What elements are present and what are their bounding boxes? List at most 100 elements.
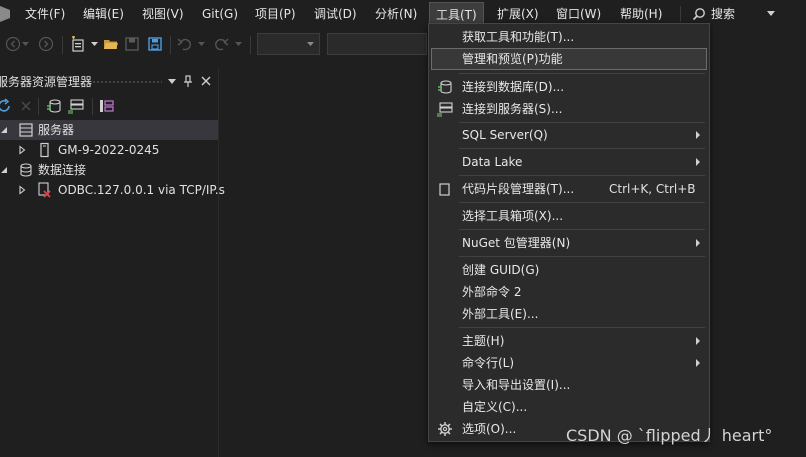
menu-item-label: Data Lake <box>462 155 523 169</box>
menu-item-data-lake[interactable]: Data Lake <box>431 151 707 173</box>
menu-item-nuget-package-manager[interactable]: NuGet 包管理器(N) <box>431 232 707 254</box>
menu-project[interactable]: 项目(P) <box>255 0 296 28</box>
server-icon <box>19 123 33 137</box>
connect-database-icon <box>438 80 452 94</box>
menu-item-external-command-2[interactable]: 外部命令 2 <box>431 281 707 303</box>
chevron-down-icon[interactable] <box>22 42 29 47</box>
menu-analyze[interactable]: 分析(N) <box>375 0 417 28</box>
toolbar-separator <box>170 36 171 54</box>
menu-item-code-snippets-manager[interactable]: 代码片段管理器(T)... Ctrl+K, Ctrl+B <box>431 178 707 200</box>
submenu-arrow-icon <box>696 158 700 166</box>
close-icon[interactable] <box>201 76 211 86</box>
menu-separator <box>459 327 705 328</box>
toolbar-separator <box>62 36 63 54</box>
db-connection-error-icon <box>38 182 51 198</box>
expanded-arrow-icon[interactable] <box>0 125 9 135</box>
tree-item-label: 数据连接 <box>38 163 87 177</box>
menu-item-sql-server[interactable]: SQL Server(Q) <box>431 124 707 146</box>
solution-configuration-select[interactable] <box>257 33 320 55</box>
refresh-icon[interactable] <box>0 98 13 114</box>
chevron-down-icon[interactable] <box>198 42 205 47</box>
tools-menu-dropdown: 获取工具和功能(T)... 管理和预览(P)功能 连接到数据库(D)... 连接… <box>428 23 710 442</box>
menu-view[interactable]: 视图(V) <box>142 0 184 28</box>
chevron-down-icon[interactable] <box>235 42 242 47</box>
gear-icon <box>438 422 452 436</box>
save-icon[interactable] <box>124 36 140 52</box>
visual-studio-logo-icon <box>0 6 10 22</box>
submenu-arrow-icon <box>696 359 700 367</box>
toolbar-separator <box>92 98 93 115</box>
submenu-arrow-icon <box>696 239 700 247</box>
back-icon[interactable] <box>5 36 21 52</box>
menu-item-label: SQL Server(Q) <box>462 128 548 142</box>
menu-item-manage-preview-features[interactable]: 管理和预览(P)功能 <box>431 48 707 70</box>
solution-platform-select[interactable] <box>327 33 427 55</box>
tree-item-label: 服务器 <box>38 123 75 137</box>
menu-file[interactable]: 文件(F) <box>25 0 65 28</box>
submenu-arrow-icon <box>696 131 700 139</box>
computer-icon <box>40 142 49 158</box>
tree-item-servers[interactable]: 服务器 <box>0 120 218 140</box>
search-icon[interactable] <box>692 7 706 21</box>
connect-database-icon[interactable] <box>46 98 62 114</box>
menu-item-choose-toolbox-items[interactable]: 选择工具箱项(X)... <box>431 205 707 227</box>
menu-item-label: 自定义(C)... <box>462 400 528 414</box>
collapsed-arrow-icon[interactable] <box>17 145 27 155</box>
tree-item-computer[interactable]: GM-9-2022-0245 <box>0 140 218 160</box>
menu-separator <box>459 202 705 203</box>
tree-item-label: GM-9-2022-0245 <box>58 143 160 157</box>
collapsed-arrow-icon[interactable] <box>17 185 27 195</box>
menu-item-label: 代码片段管理器(T)... <box>462 182 575 196</box>
panel-drag-handle[interactable] <box>92 81 162 83</box>
sharepoint-icon[interactable] <box>99 98 115 114</box>
menu-item-label: 外部命令 2 <box>462 285 522 299</box>
menu-item-shortcut: Ctrl+K, Ctrl+B <box>609 182 696 196</box>
watermark: CSDN @ ˋflipped丿 heart° <box>566 426 773 445</box>
expanded-arrow-icon[interactable] <box>0 165 9 175</box>
menu-edit[interactable]: 编辑(E) <box>83 0 124 28</box>
menu-separator <box>459 73 705 74</box>
menu-item-theme[interactable]: 主题(H) <box>431 330 707 352</box>
menu-item-get-tools-features[interactable]: 获取工具和功能(T)... <box>431 26 707 48</box>
toolbar-separator <box>250 36 251 54</box>
forward-icon[interactable] <box>38 36 54 52</box>
toolbar-separator <box>38 98 39 115</box>
connect-server-icon[interactable] <box>68 98 84 114</box>
chevron-down-icon <box>307 42 314 46</box>
open-folder-icon[interactable] <box>103 36 119 52</box>
menu-item-label: 管理和预览(P)功能 <box>462 52 563 66</box>
chevron-down-icon[interactable] <box>168 79 176 84</box>
menu-separator <box>459 256 705 257</box>
undo-icon[interactable] <box>177 36 193 52</box>
menu-search[interactable]: 搜索 <box>711 0 735 28</box>
menu-item-customize[interactable]: 自定义(C)... <box>431 396 707 418</box>
tree-item-odbc-connection[interactable]: ODBC.127.0.0.1 via TCP/IP.s <box>0 180 225 200</box>
new-project-icon[interactable] <box>70 36 86 52</box>
chevron-down-icon[interactable] <box>91 42 98 47</box>
menu-item-command-line[interactable]: 命令行(L) <box>431 352 707 374</box>
submenu-arrow-icon <box>696 337 700 345</box>
redo-icon[interactable] <box>213 36 229 52</box>
menu-separator <box>459 175 705 176</box>
tree-item-data-connections[interactable]: 数据连接 <box>0 160 218 180</box>
menu-item-connect-server[interactable]: 连接到服务器(S)... <box>431 98 707 120</box>
menu-item-label: 连接到服务器(S)... <box>462 102 563 116</box>
menu-separator <box>459 122 705 123</box>
menu-item-connect-database[interactable]: 连接到数据库(D)... <box>431 76 707 98</box>
save-all-icon[interactable] <box>147 36 163 52</box>
menu-item-create-guid[interactable]: 创建 GUID(G) <box>431 259 707 281</box>
menu-git[interactable]: Git(G) <box>202 0 238 28</box>
data-connections-icon <box>20 163 32 177</box>
menu-separator <box>459 148 705 149</box>
menu-item-external-tools[interactable]: 外部工具(E)... <box>431 303 707 325</box>
stop-icon[interactable] <box>18 98 34 114</box>
menu-item-label: NuGet 包管理器(N) <box>462 236 571 250</box>
menu-item-label: 选择工具箱项(X)... <box>462 209 564 223</box>
menu-item-import-export-settings[interactable]: 导入和导出设置(I)... <box>431 374 707 396</box>
pin-icon[interactable] <box>183 75 193 88</box>
menu-debug[interactable]: 调试(D) <box>314 0 357 28</box>
menu-item-label: 主题(H) <box>462 334 505 348</box>
menu-item-label: 导入和导出设置(I)... <box>462 378 571 392</box>
chevron-down-icon[interactable] <box>767 11 775 17</box>
connect-server-icon <box>437 102 453 117</box>
